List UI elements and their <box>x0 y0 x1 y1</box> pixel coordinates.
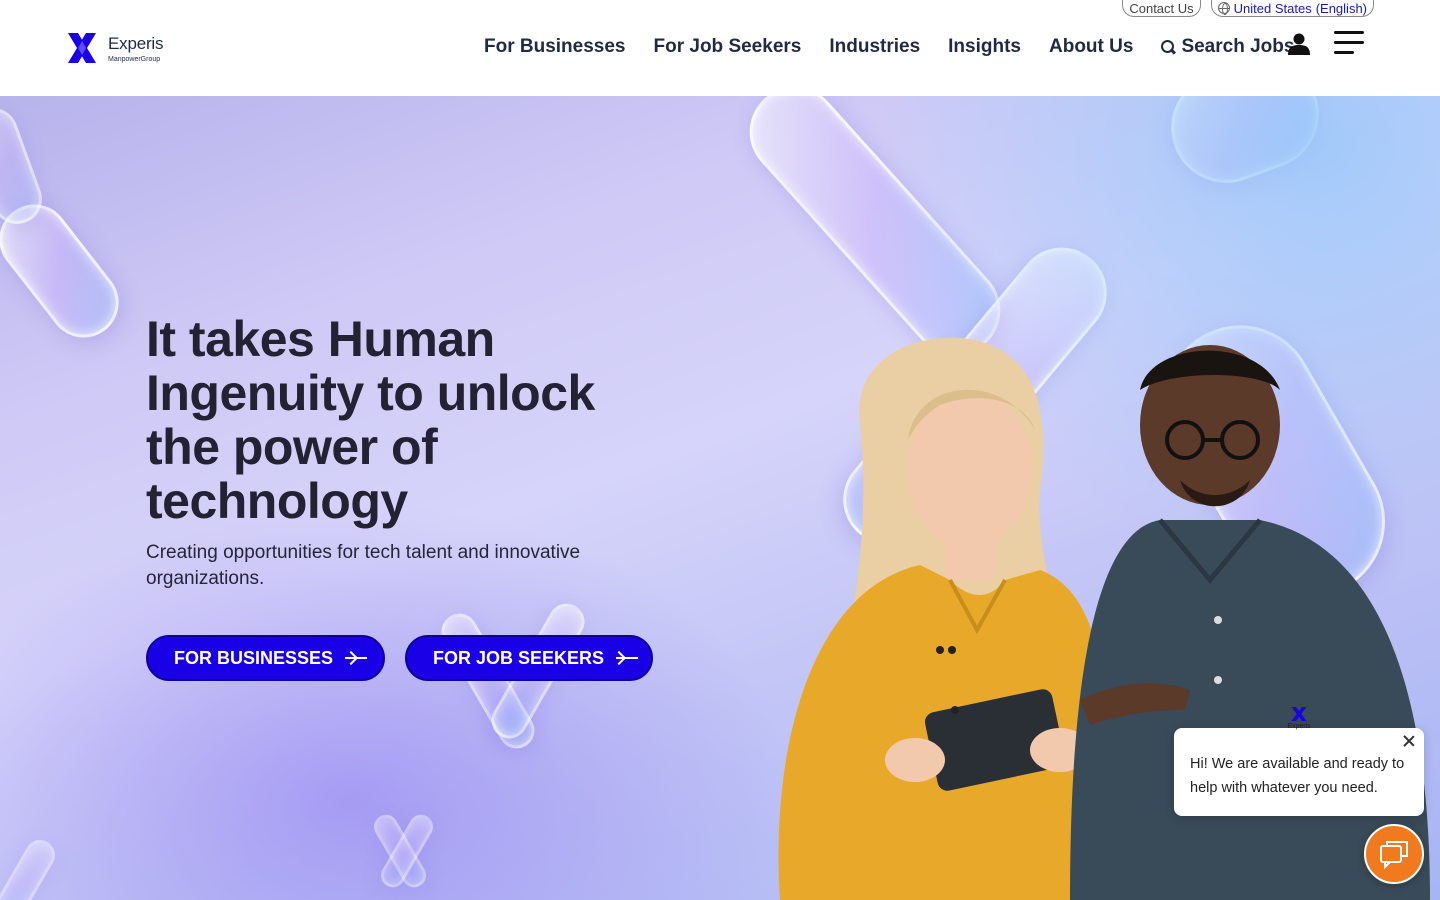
chat-bubbles-icon <box>1380 841 1408 869</box>
close-icon[interactable] <box>1402 734 1416 748</box>
nav-for-businesses[interactable]: For Businesses <box>484 36 626 58</box>
experis-x-icon <box>1291 707 1307 721</box>
main-nav: For Businesses For Job Seekers Industrie… <box>484 36 1294 58</box>
country-label: United States <box>1233 0 1312 16</box>
arrow-right-icon <box>616 652 638 664</box>
for-job-seekers-button-label: FOR JOB SEEKERS <box>433 647 605 668</box>
site-header: Contact Us United States (English) Exper… <box>0 0 1440 96</box>
experis-logo[interactable]: Experis ManpowerGroup <box>64 30 163 66</box>
nav-for-job-seekers[interactable]: For Job Seekers <box>654 36 802 58</box>
utility-bar: Contact Us United States (English) <box>1122 0 1374 17</box>
globe-icon <box>1217 2 1230 15</box>
nav-search-jobs[interactable]: Search Jobs <box>1161 36 1294 58</box>
contact-us-label: Contact Us <box>1129 0 1194 16</box>
search-icon <box>1161 40 1175 54</box>
decorative-glass-capsule <box>0 834 61 900</box>
chat-greeting-bubble[interactable]: Hi! We are available and ready to help w… <box>1174 728 1424 816</box>
arrow-right-icon <box>345 652 367 664</box>
hamburger-menu-icon[interactable] <box>1334 31 1366 55</box>
nav-insights[interactable]: Insights <box>948 36 1021 58</box>
logo-subtitle: ManpowerGroup <box>108 55 161 63</box>
contact-us-link[interactable]: Contact Us <box>1122 0 1201 17</box>
language-label: (English) <box>1315 0 1367 16</box>
chat-agent-logo: Experis <box>1284 706 1314 740</box>
nav-about-us[interactable]: About Us <box>1049 36 1133 58</box>
user-icon[interactable] <box>1287 32 1311 56</box>
chat-message: Hi! We are available and ready to help w… <box>1190 756 1405 796</box>
country-language-selector[interactable]: United States (English) <box>1210 0 1374 17</box>
for-businesses-button-label: FOR BUSINESSES <box>174 647 334 668</box>
for-businesses-button[interactable]: FOR BUSINESSES <box>146 635 385 681</box>
chat-launcher-button[interactable] <box>1364 824 1424 884</box>
hero-headline: It takes Human Ingenuity to unlock the p… <box>146 311 595 529</box>
for-job-seekers-button[interactable]: FOR JOB SEEKERS <box>405 635 653 681</box>
search-jobs-label: Search Jobs <box>1181 36 1295 57</box>
nav-industries[interactable]: Industries <box>829 36 920 58</box>
chat-logo-wordmark: Experis <box>1287 723 1311 730</box>
hero-subline: Creating opportunities for tech talent a… <box>146 542 581 589</box>
hero-section: It takes Human Ingenuity to unlock the p… <box>0 96 1440 900</box>
decorative-glass-capsule <box>1155 96 1335 199</box>
logo-wordmark: Experis <box>108 33 164 53</box>
experis-x-icon <box>68 33 96 63</box>
